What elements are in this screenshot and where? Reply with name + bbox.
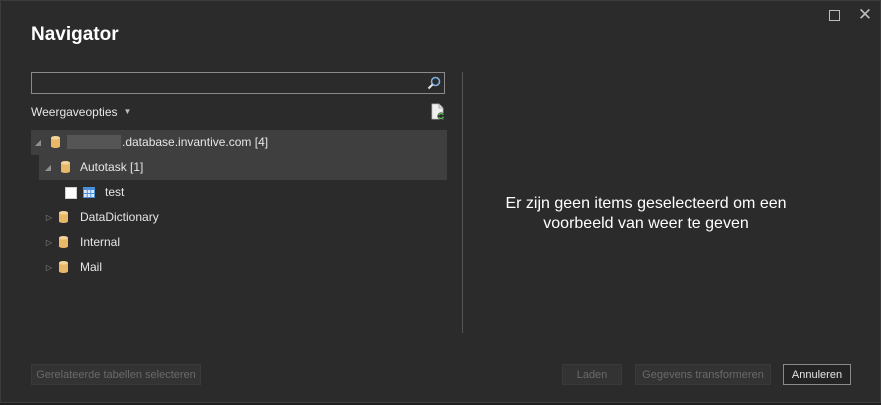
transform-data-button[interactable]: Gegevens transformeren — [635, 364, 771, 385]
expand-icon[interactable]: ▷ — [44, 205, 54, 230]
tree-item-label: Autotask [1] — [80, 160, 144, 174]
database-icon — [59, 211, 68, 223]
select-related-tables-button[interactable]: Gerelateerde tabellen selecteren — [31, 364, 201, 385]
close-button[interactable]: ✕ — [857, 5, 873, 24]
database-icon — [61, 161, 70, 173]
display-options-dropdown[interactable]: Weergaveopties ▼ — [31, 105, 131, 119]
tree-item-label: .database.invantive.com [4] — [122, 135, 269, 149]
navigator-tree: ◢ .database.invantive.com [4] ◢ Autotask… — [31, 130, 447, 280]
table-checkbox[interactable] — [65, 187, 77, 199]
tree-item-label: test — [105, 185, 125, 199]
tree-item-internal[interactable]: ▷ Internal — [31, 230, 447, 255]
dialog-title: Navigator — [31, 24, 119, 45]
maximize-icon — [828, 10, 840, 21]
collapse-icon[interactable]: ◢ — [43, 155, 53, 180]
database-icon — [51, 136, 60, 148]
close-icon: ✕ — [857, 5, 873, 24]
tree-item-test[interactable]: test — [31, 180, 447, 205]
tree-item-autotask[interactable]: ◢ Autotask [1] — [39, 155, 447, 180]
tree-item-label: DataDictionary — [80, 210, 159, 224]
chevron-down-icon: ▼ — [123, 107, 132, 116]
tree-item-label: Internal — [80, 235, 121, 249]
tree-item-datadictionary[interactable]: ▷ DataDictionary — [31, 205, 447, 230]
redacted-server-name — [67, 135, 121, 149]
tree-item-root[interactable]: ◢ .database.invantive.com [4] — [31, 130, 447, 155]
maximize-button[interactable] — [826, 7, 842, 23]
tree-item-mail[interactable]: ▷ Mail — [31, 255, 447, 280]
refresh-document-icon[interactable] — [430, 103, 446, 121]
load-button[interactable]: Laden — [562, 364, 622, 385]
search-input[interactable] — [34, 74, 428, 94]
search-box — [31, 72, 445, 94]
pane-divider[interactable] — [462, 72, 463, 333]
display-options-label: Weergaveopties — [31, 105, 118, 119]
database-icon — [59, 261, 68, 273]
cancel-button[interactable]: Annuleren — [783, 364, 851, 385]
expand-icon[interactable]: ▷ — [44, 255, 54, 280]
preview-empty-message: Er zijn geen items geselecteerd om een v… — [505, 195, 787, 232]
database-icon — [59, 236, 68, 248]
search-icon[interactable] — [427, 76, 441, 90]
tree-item-label: Mail — [80, 260, 103, 274]
navigator-dialog: Navigator ✕ Weergaveopties ▼ ◢ .database… — [0, 0, 881, 403]
table-icon — [83, 187, 95, 198]
collapse-icon[interactable]: ◢ — [33, 130, 43, 155]
expand-icon[interactable]: ▷ — [44, 230, 54, 255]
